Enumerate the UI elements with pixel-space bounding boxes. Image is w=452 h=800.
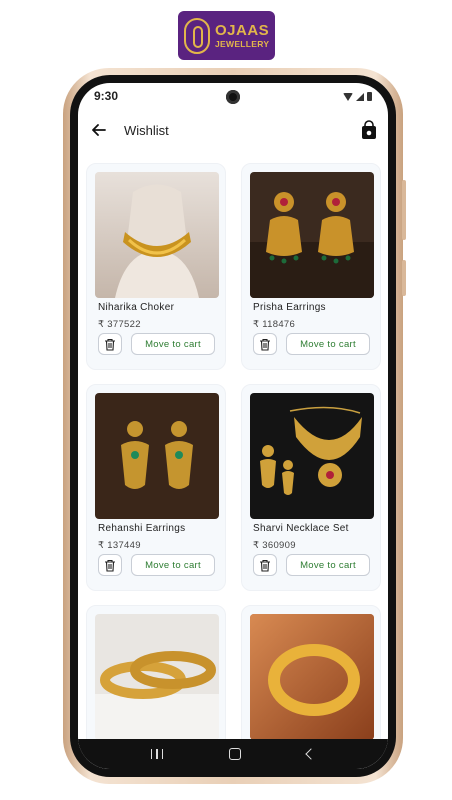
brand-logo: OJAAS JEWELLERY — [178, 11, 275, 60]
phone-volume-button — [402, 260, 406, 296]
product-name: Rehanshi Earrings — [98, 523, 186, 534]
trash-icon — [260, 338, 270, 351]
product-name: Sharvi Necklace Set — [253, 523, 349, 534]
battery-icon — [367, 92, 372, 101]
product-image[interactable] — [95, 614, 219, 740]
product-price: ₹ 377522 — [98, 319, 141, 330]
product-image[interactable] — [95, 172, 219, 298]
phone-screen: 9:30 Wishlist Niharika Choker ₹ 377522 M… — [78, 83, 388, 769]
wishlist-card: Prisha Earrings ₹ 118476 Move to cart — [241, 163, 381, 370]
move-to-cart-button[interactable]: Move to cart — [131, 554, 215, 576]
brand-name: OJAAS — [215, 21, 270, 39]
move-to-cart-button[interactable]: Move to cart — [286, 554, 370, 576]
shopping-bag-icon[interactable] — [360, 120, 378, 140]
page-title: Wishlist — [124, 123, 169, 138]
trash-icon — [105, 338, 115, 351]
status-bar: 9:30 — [78, 83, 388, 111]
trash-icon — [105, 559, 115, 572]
wishlist-card: Niharika Choker ₹ 377522 Move to cart — [86, 163, 226, 370]
system-nav-bar — [78, 739, 388, 769]
move-to-cart-button[interactable]: Move to cart — [286, 333, 370, 355]
remove-button[interactable] — [253, 333, 277, 355]
status-time: 9:30 — [94, 89, 119, 103]
logo-mark-icon — [184, 17, 210, 54]
remove-button[interactable] — [98, 554, 122, 576]
signal-icon — [356, 92, 364, 101]
wifi-icon — [343, 92, 353, 101]
product-price: ₹ 118476 — [253, 319, 296, 330]
arrow-left-icon[interactable] — [90, 121, 108, 139]
product-image[interactable] — [250, 614, 374, 740]
back-nav-icon[interactable] — [305, 748, 317, 760]
remove-button[interactable] — [98, 333, 122, 355]
move-to-cart-button[interactable]: Move to cart — [131, 333, 215, 355]
product-image[interactable] — [250, 172, 374, 298]
brand-subtitle: JEWELLERY — [215, 38, 270, 49]
product-name: Prisha Earrings — [253, 302, 326, 313]
product-price: ₹ 137449 — [98, 540, 141, 551]
product-name: Niharika Choker — [98, 302, 175, 313]
product-image[interactable] — [95, 393, 219, 519]
app-bar: Wishlist — [78, 111, 388, 151]
product-image[interactable] — [250, 393, 374, 519]
home-icon[interactable] — [229, 748, 241, 760]
wishlist-card: Sharvi Necklace Set ₹ 360909 Move to car… — [241, 384, 381, 591]
recents-icon[interactable] — [151, 749, 163, 759]
trash-icon — [260, 559, 270, 572]
phone-power-button — [402, 180, 406, 240]
front-camera — [226, 90, 240, 104]
product-price: ₹ 360909 — [253, 540, 296, 551]
wishlist-card: Rehanshi Earrings ₹ 137449 Move to cart — [86, 384, 226, 591]
remove-button[interactable] — [253, 554, 277, 576]
